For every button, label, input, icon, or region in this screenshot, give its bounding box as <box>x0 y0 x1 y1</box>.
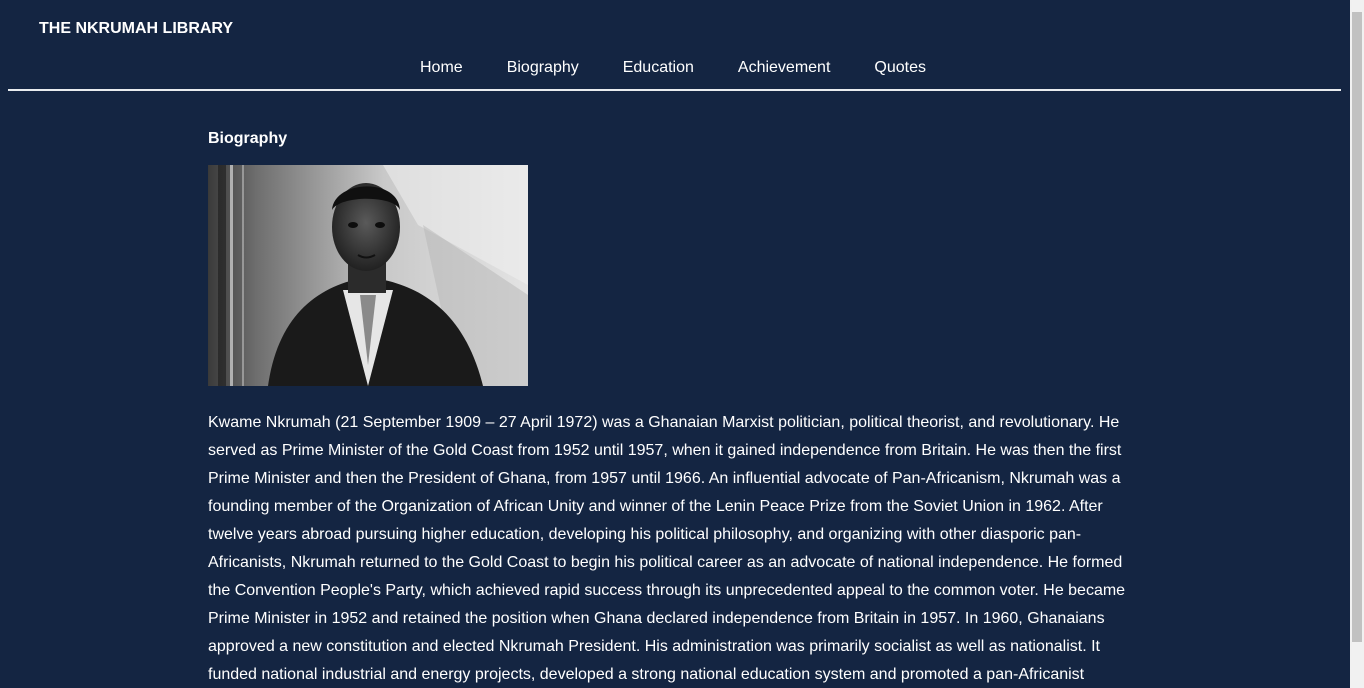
header-divider <box>8 89 1341 91</box>
nav-biography-link[interactable]: Biography <box>507 59 579 77</box>
section-title: Biography <box>208 130 288 147</box>
page: THE NKRUMAH LIBRARY Home Biography Educa… <box>0 0 1364 688</box>
scrollbar-thumb[interactable] <box>1352 12 1362 642</box>
portrait-photo <box>208 165 528 386</box>
biography-paragraph: Kwame Nkrumah (21 September 1909 – 27 Ap… <box>208 414 1126 683</box>
nav-home-link[interactable]: Home <box>420 59 463 77</box>
nav-achievement-link[interactable]: Achievement <box>738 59 831 77</box>
nav-education-link[interactable]: Education <box>623 59 694 77</box>
site-brand[interactable]: THE NKRUMAH LIBRARY <box>39 20 233 38</box>
nav-quotes-link[interactable]: Quotes <box>874 59 926 77</box>
main-content: Biography Kwame Nkrumah (21 September 19… <box>208 128 1138 688</box>
page-scrollbar[interactable] <box>1350 0 1364 688</box>
main-nav: Home Biography Education Achievement Quo… <box>420 59 926 77</box>
